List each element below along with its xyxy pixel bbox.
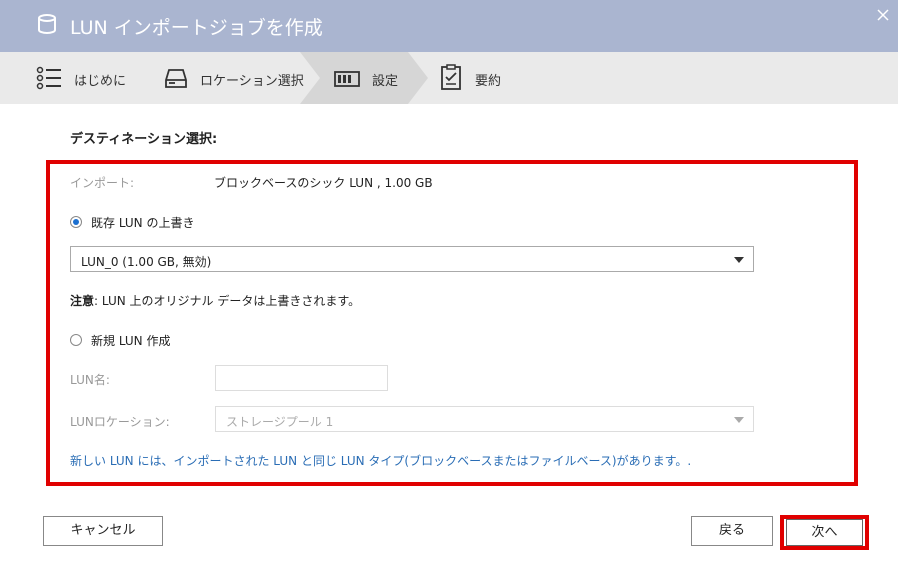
drive-icon (165, 69, 187, 88)
warning-prefix: 注意 (70, 294, 95, 308)
highlight-box (46, 160, 858, 486)
lun-location-select[interactable]: ストレージプール 1 (215, 406, 754, 432)
lun-type-note: 新しい LUN には、インポートされた LUN と同じ LUN タイプ(ブロック… (70, 454, 692, 468)
cancel-button[interactable]: キャンセル (43, 516, 163, 546)
step-intro: はじめに (36, 52, 156, 104)
close-icon[interactable] (874, 6, 892, 24)
title-bar: LUN インポートジョブを作成 (0, 0, 898, 52)
wizard-steps: はじめに ロケーション選択 設定 要約 (0, 52, 898, 104)
chevron-down-icon (734, 257, 744, 263)
step-summary: 要約 (440, 52, 520, 104)
next-button[interactable]: 次へ (786, 519, 863, 546)
step-settings: 設定 (334, 52, 414, 104)
settings-bars-icon (334, 71, 360, 87)
step-label: 要約 (475, 74, 502, 89)
chevron-down-icon (734, 417, 744, 423)
step-label: ロケーション選択 (200, 74, 304, 89)
overwrite-warning: 注意: LUN 上のオリジナル データは上書きされます。 (70, 292, 360, 309)
lun-location-value: ストレージプール 1 (226, 415, 334, 429)
section-title: デスティネーション選択: (70, 132, 218, 147)
lun-name-label: LUN名: (70, 373, 110, 387)
lun-location-label: LUNロケーション: (70, 415, 170, 429)
new-lun-label[interactable]: 新規 LUN 作成 (91, 332, 170, 349)
list-icon (36, 66, 61, 90)
back-button[interactable]: 戻る (691, 516, 773, 546)
step-location: ロケーション選択 (164, 52, 304, 104)
step-label: はじめに (74, 74, 127, 89)
step-label: 設定 (372, 74, 399, 89)
lun-name-input[interactable] (215, 365, 388, 391)
new-lun-radio[interactable] (70, 334, 82, 346)
overwrite-lun-radio[interactable] (70, 216, 82, 228)
overwrite-lun-label[interactable]: 既存 LUN の上書き (91, 214, 194, 231)
existing-lun-value: LUN_0 (1.00 GB, 無効) (81, 255, 212, 269)
import-label: インポート: (70, 176, 135, 190)
window-title: LUN インポートジョブを作成 (70, 17, 323, 39)
warning-text: : LUN 上のオリジナル データは上書きされます。 (94, 294, 361, 308)
import-value: ブロックベースのシック LUN , 1.00 GB (214, 176, 433, 190)
existing-lun-select[interactable]: LUN_0 (1.00 GB, 無効) (70, 246, 754, 272)
clipboard-icon (441, 64, 461, 90)
database-icon (38, 14, 56, 34)
